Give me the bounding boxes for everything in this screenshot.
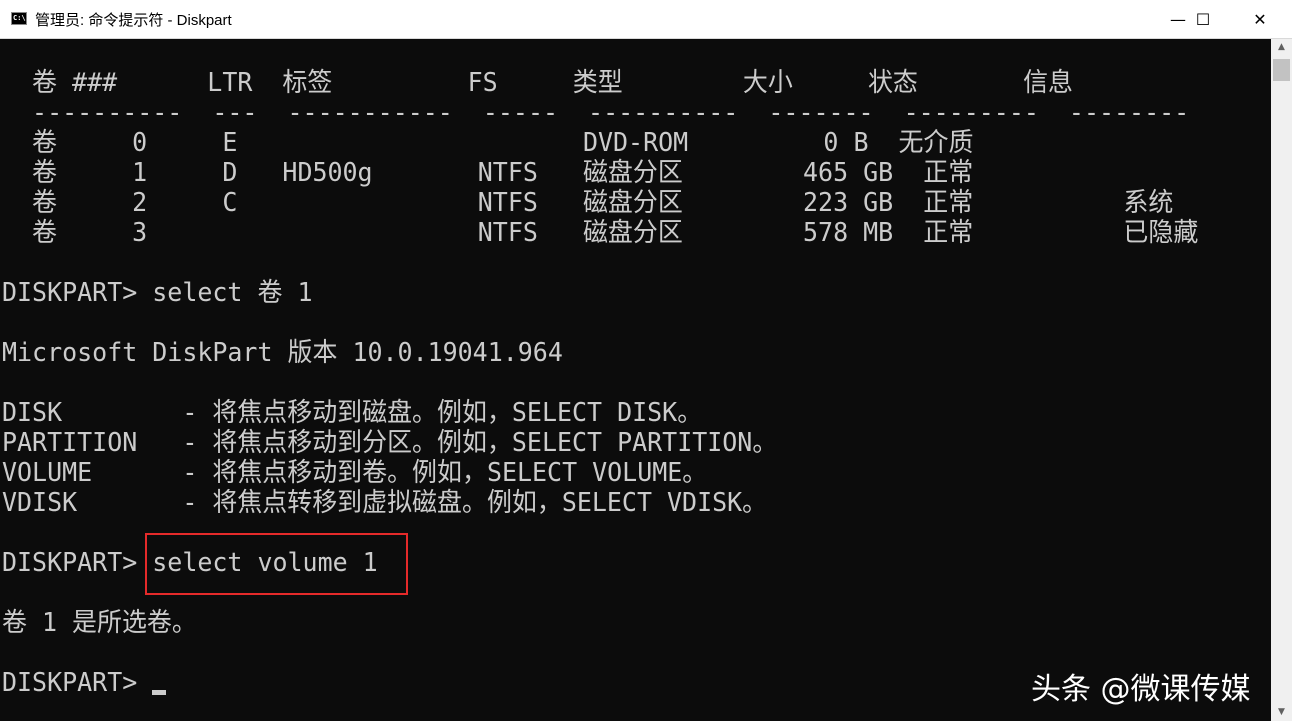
window-title: 管理员: 命令提示符 - Diskpart xyxy=(35,12,232,29)
help-line-partition: PARTITION - 将焦点移动到分区。例如，SELECT PARTITION… xyxy=(2,428,778,458)
text-cursor xyxy=(152,690,166,695)
volume-row-2: 卷 2 C NTFS 磁盘分区 223 GB 正常 系统 xyxy=(2,188,1174,218)
volume-row-1: 卷 1 D HD500g NTFS 磁盘分区 465 GB 正常 xyxy=(2,158,974,188)
result-line: 卷 1 是所选卷。 xyxy=(2,608,197,638)
scroll-down-arrow-icon[interactable]: ▼ xyxy=(1271,704,1292,721)
table-separator-row: ---------- --- ----------- ----- -------… xyxy=(2,98,1190,128)
help-line-volume: VOLUME - 将焦点移动到卷。例如，SELECT VOLUME。 xyxy=(2,458,708,488)
highlight-box xyxy=(145,533,408,595)
maximize-button[interactable]: ☐ xyxy=(1180,0,1226,38)
help-line-disk: DISK - 将焦点移动到磁盘。例如，SELECT DISK。 xyxy=(2,398,703,428)
console-output[interactable]: 卷 ### LTR 标签 FS 类型 大小 状态 信息 ---------- -… xyxy=(0,39,1271,721)
prompt-line: DISKPART> xyxy=(2,668,153,698)
scroll-up-arrow-icon[interactable]: ▲ xyxy=(1271,39,1292,56)
volume-row-0: 卷 0 E DVD-ROM 0 B 无介质 xyxy=(2,128,974,158)
cmd-app-icon: C:\. xyxy=(11,12,30,25)
diskpart-version-line: Microsoft DiskPart 版本 10.0.19041.964 xyxy=(2,338,563,368)
command-line-select-juan: DISKPART> select 卷 1 xyxy=(2,278,313,308)
title-bar: C:\. 管理员: 命令提示符 - Diskpart — ☐ ✕ xyxy=(0,0,1292,39)
help-line-vdisk: VDISK - 将焦点转移到虚拟磁盘。例如，SELECT VDISK。 xyxy=(2,488,768,518)
table-header-row: 卷 ### LTR 标签 FS 类型 大小 状态 信息 xyxy=(2,68,1074,98)
close-button[interactable]: ✕ xyxy=(1237,0,1283,38)
volume-row-3: 卷 3 NTFS 磁盘分区 578 MB 正常 已隐藏 xyxy=(2,218,1199,248)
vertical-scrollbar[interactable]: ▲ ▼ xyxy=(1271,39,1292,721)
scroll-thumb[interactable] xyxy=(1273,59,1290,81)
watermark: 头条 @微课传媒 xyxy=(1031,672,1251,707)
